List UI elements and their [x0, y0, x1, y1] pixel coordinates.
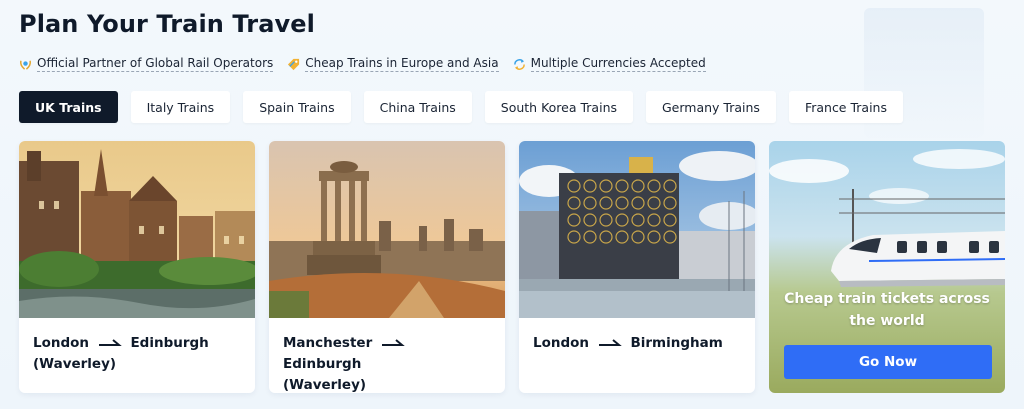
page-title: Plan Your Train Travel — [19, 10, 315, 38]
promo-line-2: the world — [849, 313, 925, 329]
tab-china-trains[interactable]: China Trains — [363, 91, 472, 123]
tab-uk-trains[interactable]: UK Trains — [19, 91, 118, 123]
route-destination-detail: (Waverley) — [33, 356, 117, 372]
tab-france-trains[interactable]: France Trains — [788, 91, 903, 123]
promo-headline: Cheap train tickets across the world — [769, 288, 1005, 332]
currency-exchange-icon — [513, 58, 525, 70]
tab-spain-trains[interactable]: Spain Trains — [243, 91, 351, 123]
tab-germany-trains[interactable]: Germany Trains — [646, 91, 776, 123]
route-title: London Birmingham — [533, 333, 741, 354]
laurel-badge-icon — [19, 60, 32, 70]
promo-card: Cheap train tickets across the world Go … — [769, 141, 1005, 393]
route-card-london-birmingham[interactable]: London Birmingham — [519, 141, 755, 393]
feature-item: Multiple Currencies Accepted — [513, 56, 706, 72]
country-tabs: UK Trains Italy Trains Spain Trains Chin… — [19, 91, 903, 123]
arrow-right-icon — [98, 339, 122, 346]
feature-item: Cheap Trains in Europe and Asia — [287, 56, 499, 72]
route-destination: Edinburgh — [130, 335, 209, 351]
calton-hill-monument-image — [269, 141, 505, 318]
route-destination: Edinburgh — [283, 356, 362, 372]
route-card-manchester-edinburgh[interactable]: Manchester Edinburgh (Waverley) — [269, 141, 505, 393]
arrow-right-icon — [381, 339, 405, 346]
feature-label: Cheap Trains in Europe and Asia — [305, 56, 499, 72]
route-origin: London — [33, 335, 90, 351]
route-origin: Manchester — [283, 335, 373, 351]
route-cards: London Edinburgh (Waverley) Manchester E… — [19, 141, 1005, 393]
route-card-london-edinburgh[interactable]: London Edinburgh (Waverley) — [19, 141, 255, 393]
birmingham-library-image — [519, 141, 755, 318]
route-origin: London — [533, 335, 590, 351]
route-title: Manchester Edinburgh (Waverley) — [283, 333, 491, 393]
tag-icon — [288, 58, 300, 70]
route-destination-detail: (Waverley) — [283, 377, 367, 393]
feature-label: Multiple Currencies Accepted — [530, 56, 706, 72]
tab-south-korea-trains[interactable]: South Korea Trains — [484, 91, 633, 123]
feature-item: Official Partner of Global Rail Operator… — [19, 56, 274, 72]
route-destination: Birmingham — [630, 335, 723, 351]
arrow-right-icon — [598, 339, 622, 346]
edinburgh-old-town-image — [19, 141, 255, 318]
route-title: London Edinburgh (Waverley) — [33, 333, 241, 375]
feature-label: Official Partner of Global Rail Operator… — [37, 56, 274, 72]
feature-list: Official Partner of Global Rail Operator… — [19, 56, 706, 72]
tab-italy-trains[interactable]: Italy Trains — [130, 91, 231, 123]
go-now-button[interactable]: Go Now — [784, 345, 992, 379]
promo-line-1: Cheap train tickets across — [784, 291, 990, 307]
